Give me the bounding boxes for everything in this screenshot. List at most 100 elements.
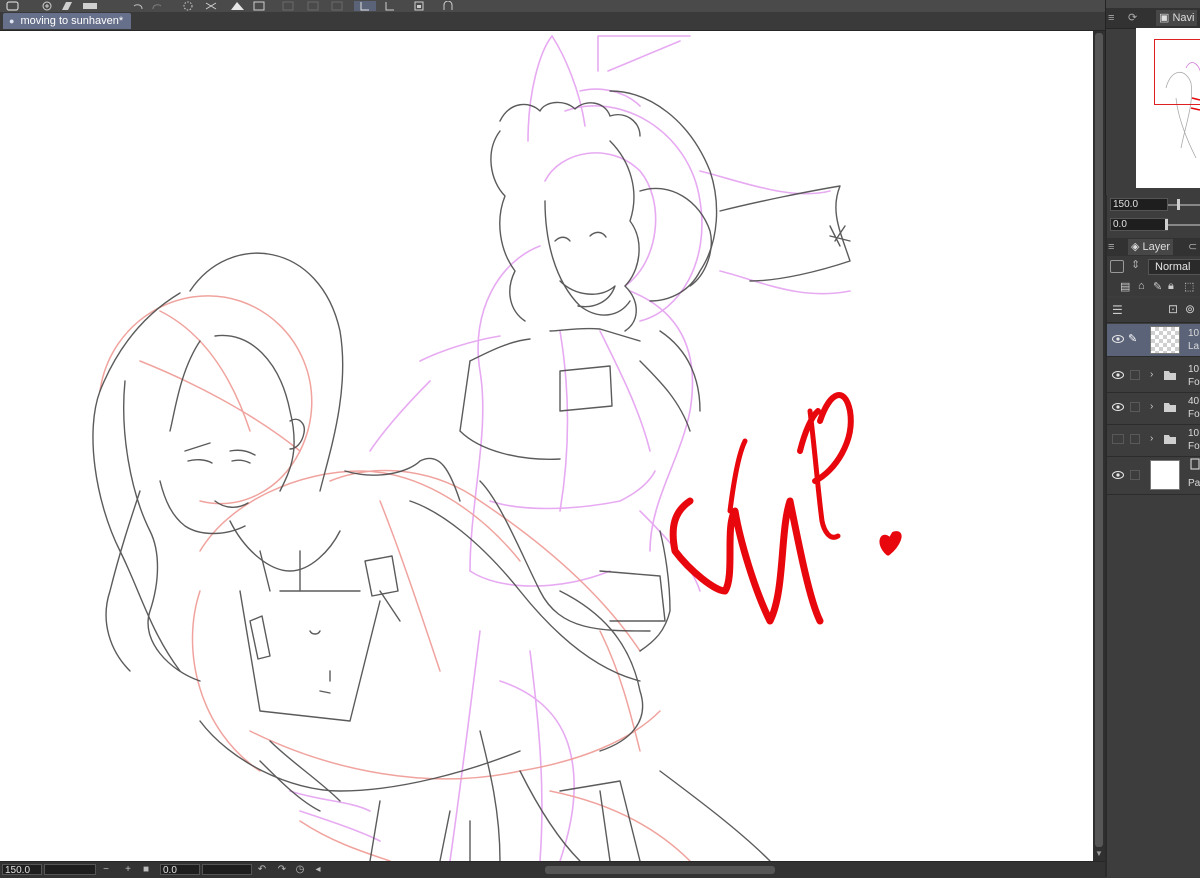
navigator-zoom-track[interactable]	[1168, 204, 1200, 206]
tab-layer[interactable]: ◈ Layer	[1128, 239, 1174, 255]
navigator-rotation-track[interactable]	[1168, 224, 1200, 226]
loading-icon[interactable]	[181, 1, 195, 11]
layer-thumbnail	[1150, 326, 1180, 354]
navigator-rotation-row[interactable]: 0.0	[1110, 218, 1200, 232]
navigator-zoom-knob[interactable]	[1177, 199, 1180, 210]
zoom-field[interactable]: 150.0	[2, 864, 42, 876]
navigator-tab-label: Navi	[1172, 12, 1195, 24]
blend-mode-select[interactable]: Normal	[1148, 259, 1200, 275]
status-bar: 150.0 − + ■ 0.0 ↶ ↷ ◷ ◂	[0, 861, 1105, 878]
zoom-slider[interactable]	[44, 864, 96, 875]
layer-color-icon[interactable]	[1110, 260, 1124, 273]
layer-name: 40	[1188, 396, 1200, 407]
layer-lock-toolbar: ▤ ⌂ ✎ 🔒︎ ⬚	[1106, 278, 1200, 296]
layer-row[interactable]: › 40 Fo	[1106, 392, 1200, 425]
visibility-hidden-box[interactable]	[1112, 434, 1124, 444]
folder-icon	[1164, 403, 1176, 412]
navigator-rotation-knob[interactable]	[1165, 219, 1168, 230]
zoom-in-icon[interactable]: +	[122, 863, 134, 876]
panel-menu-icon[interactable]: ≡	[1108, 10, 1114, 26]
folder-expand-icon[interactable]: ›	[1150, 369, 1160, 381]
navigator-zoom-row[interactable]: 150.0	[1110, 198, 1200, 212]
navigator-preview[interactable]	[1136, 28, 1200, 188]
layer-type: Fo	[1188, 377, 1200, 388]
crop-icon[interactable]	[330, 1, 344, 11]
layer-name: 10	[1188, 428, 1200, 439]
layer-row[interactable]: ✎ 10 La	[1106, 324, 1200, 357]
figure-guides	[99, 295, 691, 861]
visibility-eye-icon[interactable]	[1112, 470, 1124, 480]
rotate-right-icon[interactable]: ↷	[276, 863, 288, 876]
layer-type: Pa	[1188, 478, 1200, 489]
layer-panel-tabs: ≡ ◈ Layer ⊂	[1106, 238, 1200, 257]
rotation-slider[interactable]	[202, 864, 252, 875]
clip-icon[interactable]: ▤	[1120, 280, 1130, 293]
eraser-icon[interactable]	[60, 1, 74, 11]
clear-icon[interactable]	[204, 1, 218, 11]
rotation-field[interactable]: 0.0	[160, 864, 200, 876]
navigator-tabs: ≡ ⟳ ▣ Navi	[1106, 8, 1200, 29]
redo-icon[interactable]	[150, 1, 164, 11]
sub-view-icon[interactable]: ⟳	[1128, 10, 1137, 26]
deselect-icon[interactable]	[281, 1, 295, 11]
layer-row[interactable]: › 10 Fo	[1106, 360, 1200, 393]
zoom-out-icon[interactable]: −	[100, 863, 112, 876]
document-tab[interactable]: ● moving to sunhaven*	[3, 13, 131, 29]
transform-icon[interactable]	[252, 1, 266, 11]
flip-icon[interactable]: ◂	[312, 863, 324, 876]
canvas-vertical-scrollbar[interactable]: ▼	[1093, 31, 1105, 861]
visibility-eye-icon[interactable]	[1112, 402, 1124, 412]
layer-row[interactable]: Pa	[1106, 456, 1200, 495]
layer-panel-menu-icon[interactable]: ≡	[1108, 239, 1114, 255]
ruler-snap-icon[interactable]	[354, 1, 376, 11]
tab-layer-property-icon[interactable]: ⊂	[1188, 239, 1197, 255]
scroll-down-icon[interactable]: ▼	[1095, 849, 1103, 859]
visibility-eye-icon[interactable]	[1112, 334, 1124, 344]
folder-expand-icon[interactable]: ›	[1150, 433, 1160, 445]
document-tab-bar: ● moving to sunhaven*	[0, 12, 1105, 31]
reference-icon[interactable]: ⌂	[1138, 280, 1145, 292]
horizontal-scrollbar-thumb[interactable]	[545, 866, 775, 874]
layer-tab-label: Layer	[1142, 241, 1171, 253]
lock-transparent-icon[interactable]: ⬚	[1184, 280, 1194, 293]
undo-icon[interactable]	[131, 1, 145, 11]
layer-lock-box[interactable]	[1130, 370, 1140, 380]
layer-lock-box[interactable]	[1130, 402, 1140, 412]
layer-type: La	[1188, 341, 1200, 352]
new-raster-layer-icon[interactable]: ⊡	[1168, 302, 1178, 316]
layer-list-icon[interactable]: ☰	[1112, 303, 1123, 317]
navigator-viewport-box[interactable]	[1154, 39, 1200, 105]
layer-type: Fo	[1188, 441, 1200, 452]
folder-expand-icon[interactable]: ›	[1150, 401, 1160, 413]
app-menu-icon[interactable]	[6, 1, 20, 11]
fit-icon[interactable]: ■	[140, 863, 152, 876]
companion-icon[interactable]	[441, 1, 455, 11]
fill-layer-icon[interactable]	[228, 1, 244, 11]
new-vector-layer-icon[interactable]: ⊚	[1185, 302, 1195, 316]
new-layer-icon[interactable]	[40, 1, 54, 11]
device-icon[interactable]	[412, 1, 426, 11]
navigator-zoom-field[interactable]: 150.0	[1110, 198, 1168, 211]
right-panel: ≡ ⟳ ▣ Navi 150.0 0.0 ≡ ◈ Layer ⊂ ⇕ Norma…	[1105, 0, 1200, 877]
layer-lock-box[interactable]	[1130, 434, 1140, 444]
rotate-left-icon[interactable]: ↶	[256, 863, 268, 876]
special-ruler-icon[interactable]	[383, 1, 397, 11]
document-title: moving to sunhaven*	[20, 15, 124, 27]
tab-navigator[interactable]: ▣ Navi	[1156, 10, 1198, 26]
layer-lock-box[interactable]	[1130, 470, 1140, 480]
folder-icon	[1164, 371, 1176, 380]
draft-icon[interactable]: ✎	[1153, 280, 1162, 293]
navigator-rotation-field[interactable]: 0.0	[1110, 218, 1168, 231]
reset-rotation-icon[interactable]: ◷	[294, 863, 306, 876]
invert-selection-icon[interactable]	[306, 1, 320, 11]
scrollbar-thumb[interactable]	[1095, 33, 1103, 847]
wip-annotation	[669, 392, 902, 625]
fill-icon[interactable]	[82, 1, 97, 11]
lock-icon[interactable]: 🔒︎	[1168, 280, 1174, 293]
layer-row[interactable]: › 10 Fo	[1106, 424, 1200, 457]
blend-chevron-icon[interactable]: ⇕	[1131, 258, 1140, 271]
unsaved-dot-icon: ●	[9, 16, 15, 26]
drawing-canvas[interactable]	[0, 31, 1093, 861]
visibility-eye-icon[interactable]	[1112, 370, 1124, 380]
paper-thumbnail	[1150, 460, 1180, 490]
